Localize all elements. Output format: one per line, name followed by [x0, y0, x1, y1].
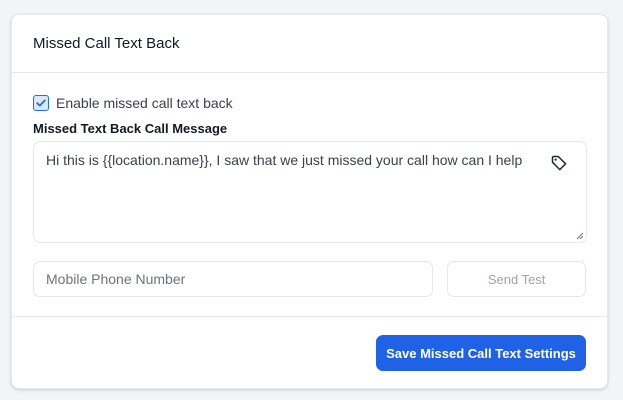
send-test-button[interactable]: Send Test [447, 261, 586, 297]
tag-icon[interactable] [550, 154, 568, 172]
card-footer: Save Missed Call Text Settings [12, 317, 607, 389]
enable-checkbox[interactable] [33, 95, 49, 111]
card-body: Enable missed call text back Missed Text… [12, 73, 607, 317]
enable-checkbox-label[interactable]: Enable missed call text back [56, 95, 233, 111]
check-icon [36, 99, 46, 107]
phone-row: Send Test [33, 261, 586, 297]
save-settings-button[interactable]: Save Missed Call Text Settings [376, 335, 586, 371]
mobile-phone-input[interactable] [33, 261, 434, 297]
message-textarea[interactable]: Hi this is {{location.name}}, I saw that… [33, 141, 587, 243]
message-field-label: Missed Text Back Call Message [33, 121, 228, 136]
message-textarea-value[interactable]: Hi this is {{location.name}}, I saw that… [46, 152, 522, 168]
card-header: Missed Call Text Back [12, 15, 607, 73]
resize-grip-icon[interactable] [575, 231, 584, 240]
card-title: Missed Call Text Back [33, 35, 180, 52]
missed-call-settings-card: Missed Call Text Back Enable missed call… [11, 14, 608, 389]
enable-checkbox-row[interactable]: Enable missed call text back [33, 93, 586, 113]
